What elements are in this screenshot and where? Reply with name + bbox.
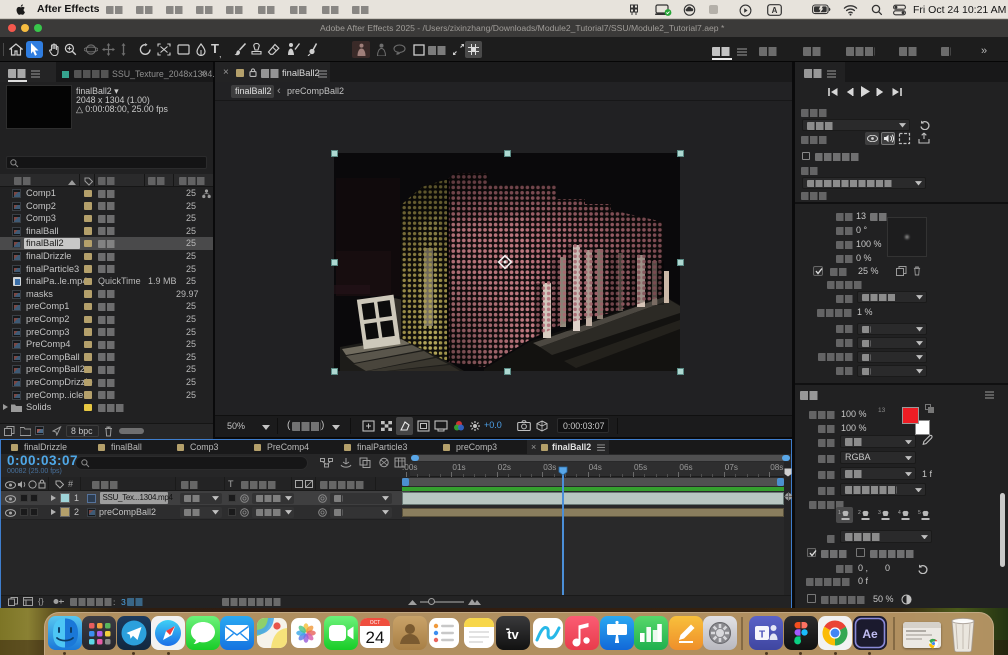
svg-text:4: 4 xyxy=(898,510,901,516)
svg-text:5: 5 xyxy=(918,510,921,516)
svg-text:Ae: Ae xyxy=(862,627,878,641)
svg-text:1: 1 xyxy=(838,510,841,516)
svg-text:OCT: OCT xyxy=(370,620,381,626)
svg-text:24: 24 xyxy=(366,628,385,647)
svg-text:3: 3 xyxy=(878,510,881,516)
svg-text:A: A xyxy=(772,6,778,15)
svg-text:2: 2 xyxy=(858,510,861,516)
svg-text:T: T xyxy=(759,630,765,641)
